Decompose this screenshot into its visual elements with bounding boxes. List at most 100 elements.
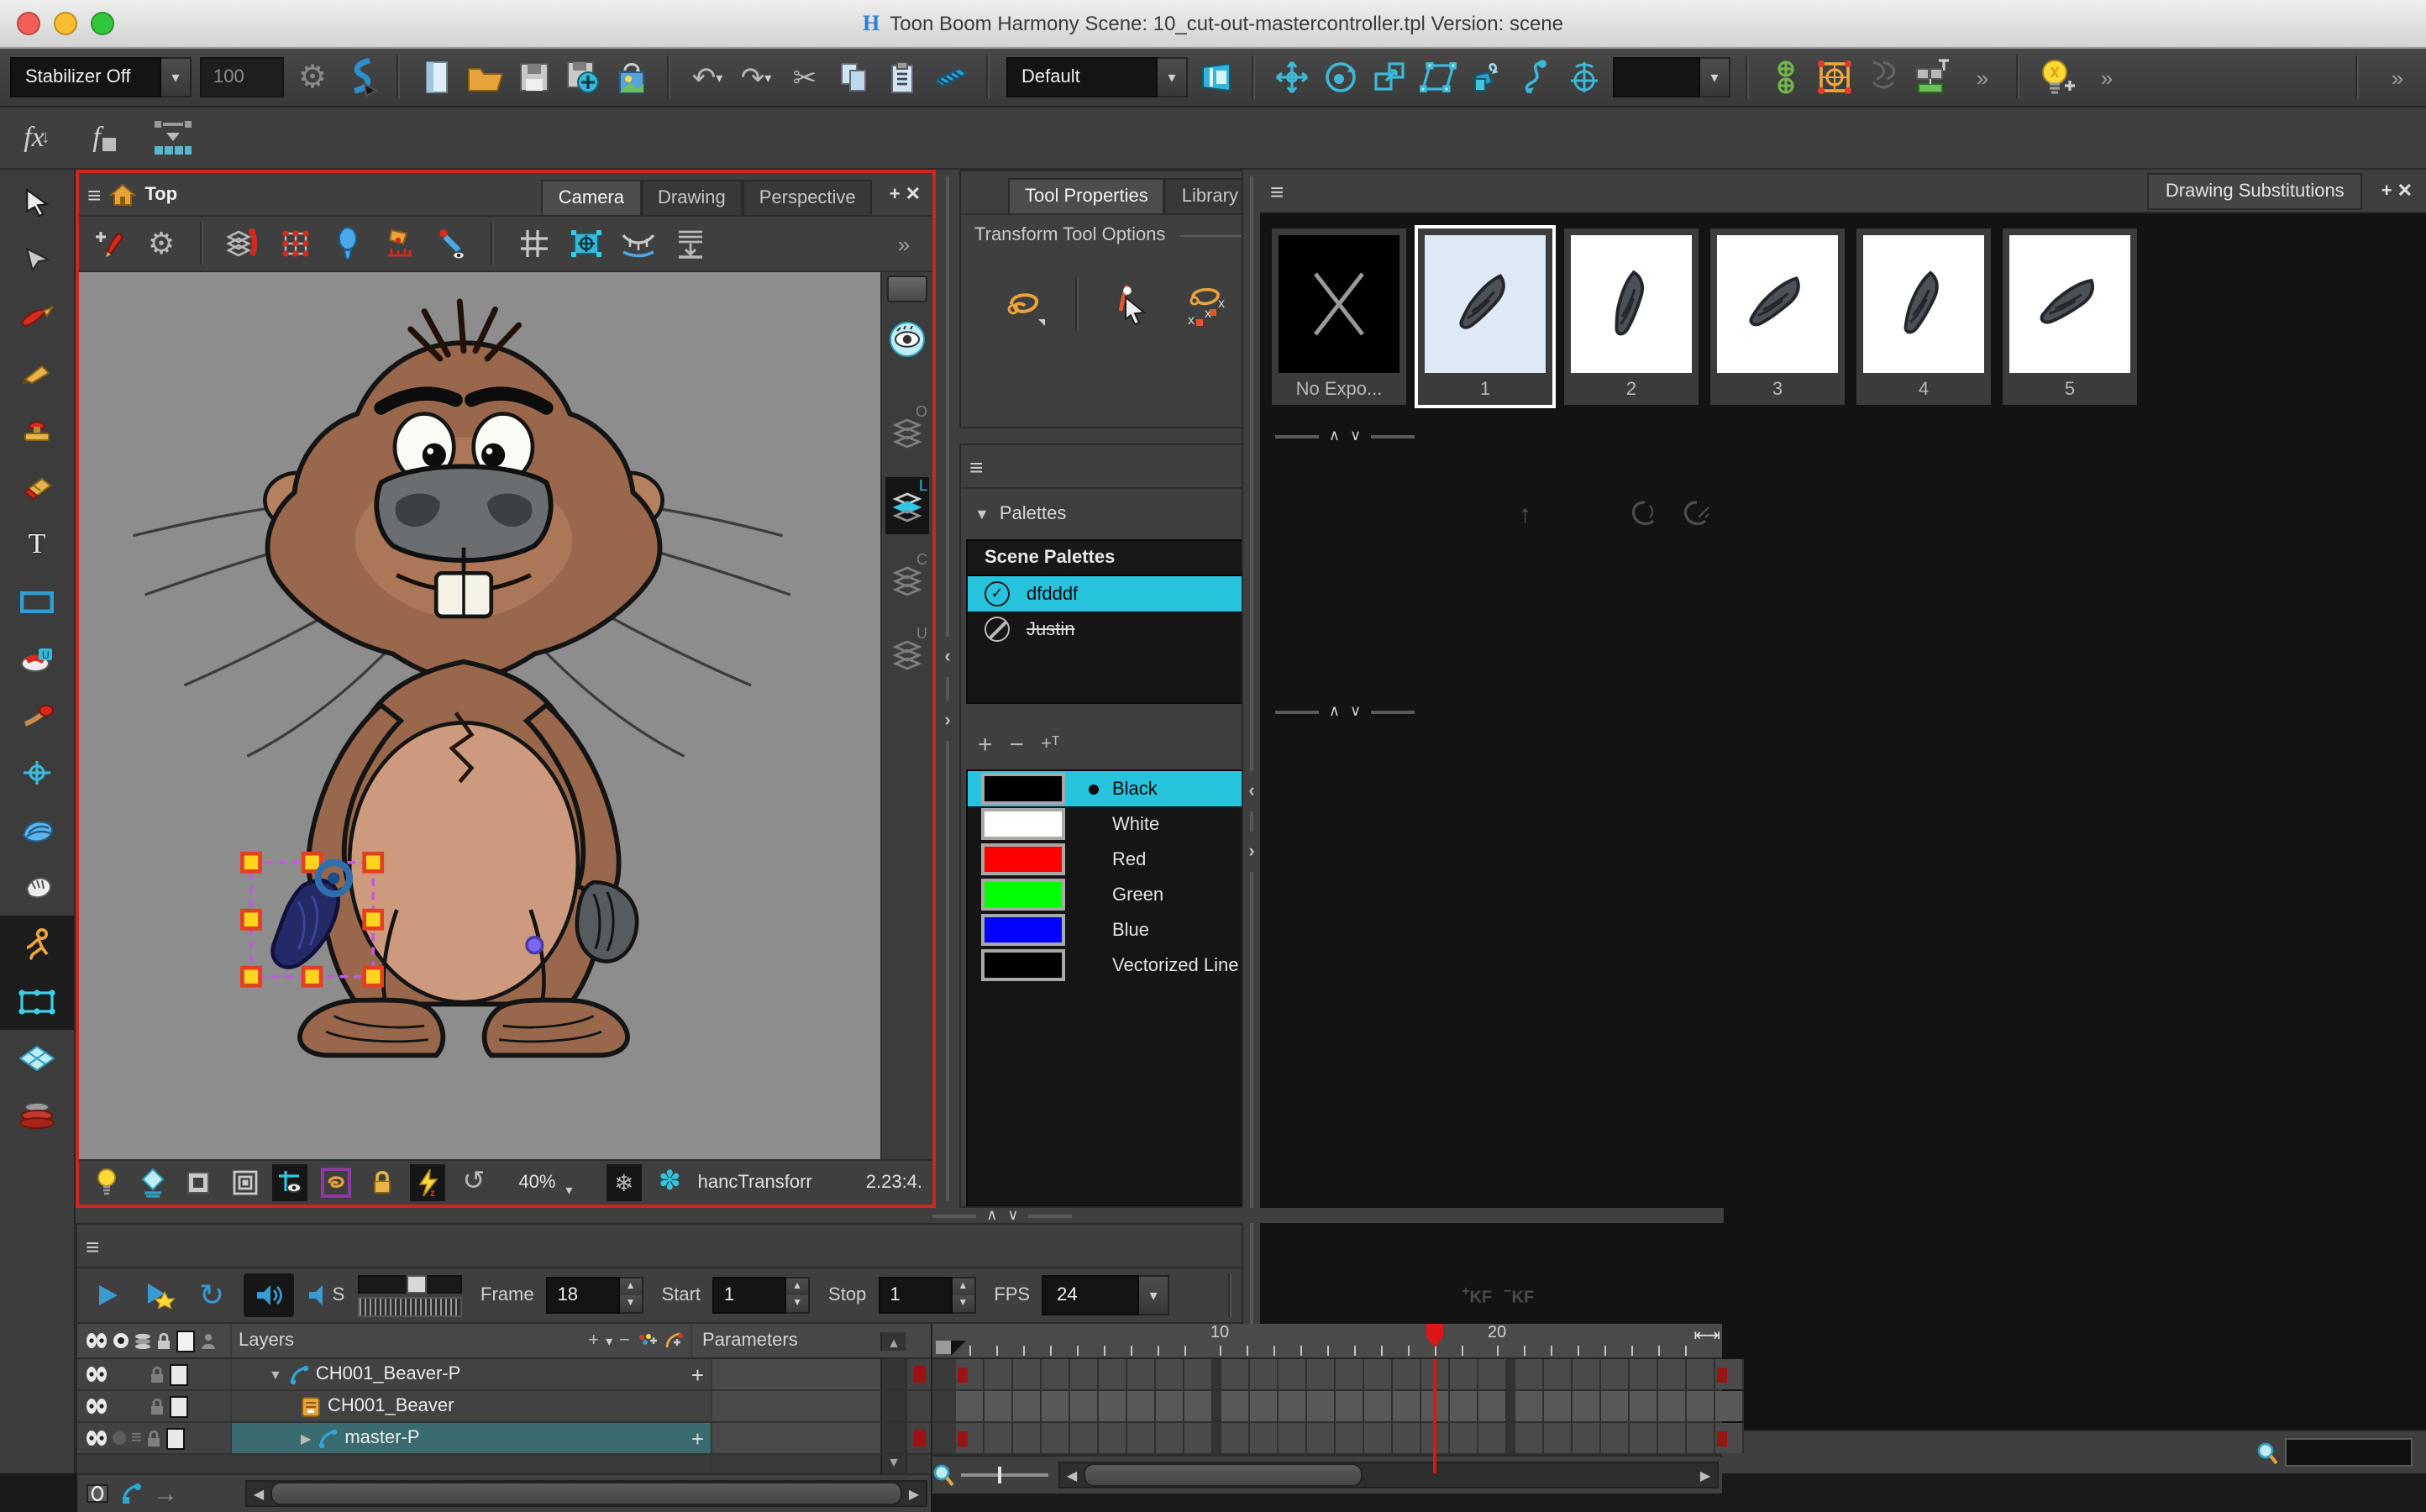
export-image-icon[interactable]: [612, 55, 652, 99]
frame-cell[interactable]: [1573, 1423, 1601, 1453]
kf-add-icon[interactable]: +KF: [1462, 1284, 1492, 1308]
collapse-triangle-icon[interactable]: ▼: [974, 506, 990, 522]
lasso-icon[interactable]: [318, 1164, 354, 1201]
frame-cell[interactable]: [1013, 1391, 1042, 1421]
eyes-icon[interactable]: [86, 1332, 108, 1349]
frame-cell[interactable]: [1364, 1391, 1393, 1421]
save-icon[interactable]: [514, 55, 554, 99]
frame-cell[interactable]: [1250, 1423, 1279, 1453]
frame-cell[interactable]: [1042, 1359, 1070, 1389]
overflow-chevron[interactable]: »: [882, 222, 922, 265]
frame-cell[interactable]: [1393, 1359, 1421, 1389]
horizontal-splitter[interactable]: ∧∨: [959, 428, 1730, 444]
render-view-icon[interactable]: [1196, 55, 1237, 99]
new-scene-icon[interactable]: [417, 55, 457, 99]
reset-view-icon[interactable]: ↺: [456, 1164, 492, 1201]
undo-icon[interactable]: ↶▾: [687, 55, 727, 99]
palette-list-icon[interactable]: [1626, 496, 1663, 533]
checkbox-column-icon[interactable]: [176, 1330, 195, 1352]
frame-cell[interactable]: [1184, 1359, 1213, 1389]
keyframe-add-icon[interactable]: [1912, 55, 1952, 99]
frame-cell[interactable]: [1715, 1391, 1744, 1421]
frame-track-row[interactable]: [932, 1391, 1722, 1423]
timeline-menu-icon[interactable]: ≡: [86, 1234, 99, 1257]
frame-cell[interactable]: [1687, 1359, 1715, 1389]
frame-cell[interactable]: [1450, 1423, 1478, 1453]
vertical-splitter[interactable]: ‹ ›: [1242, 170, 1260, 1473]
light-bulb-add-icon[interactable]: [2036, 55, 2077, 99]
add-layer-icon[interactable]: +: [588, 1331, 599, 1350]
frame-cell[interactable]: [1515, 1391, 1544, 1421]
loop-icon[interactable]: ↻: [192, 1273, 232, 1317]
frame-cell[interactable]: [1515, 1359, 1544, 1389]
frame-cell[interactable]: [1279, 1423, 1307, 1453]
brush-icon[interactable]: [0, 287, 74, 344]
fps-dropdown[interactable]: 24 ▾: [1042, 1275, 1169, 1315]
frame-cell[interactable]: [985, 1391, 1013, 1421]
close-view-icon[interactable]: ✕: [906, 183, 921, 205]
frame-cell[interactable]: [1042, 1423, 1070, 1453]
frame-grid[interactable]: [932, 1359, 1722, 1455]
substitutions-menu-icon[interactable]: ≡: [1270, 179, 1284, 202]
frame-cell[interactable]: [1013, 1359, 1042, 1389]
alignment-dropdown[interactable]: ▾: [1613, 57, 1730, 97]
expand-down-icon[interactable]: ∨: [1350, 427, 1361, 445]
person-icon[interactable]: [200, 1331, 217, 1350]
frame-cell[interactable]: [1478, 1423, 1507, 1453]
frame-cell[interactable]: [1478, 1359, 1507, 1389]
flower-icon[interactable]: ✽: [652, 1164, 688, 1201]
timeline-zoom-slider[interactable]: [961, 1467, 1048, 1483]
colour-menu-icon[interactable]: ≡: [969, 454, 983, 478]
frame-cell[interactable]: [1013, 1423, 1042, 1453]
text-icon[interactable]: T: [0, 516, 74, 573]
layer-name-cell[interactable]: CH001_Beaver: [230, 1391, 711, 1421]
layers-stack-icon[interactable]: [134, 1332, 151, 1349]
layer-colour-cell[interactable]: [906, 1391, 931, 1421]
open-scene-icon[interactable]: [465, 55, 506, 99]
frame-cell[interactable]: [1127, 1423, 1156, 1453]
gear-icon[interactable]: ⚙: [141, 222, 181, 265]
frame-cell[interactable]: [1156, 1391, 1184, 1421]
layer-row[interactable]: ▼CH001_Beaver-P+: [77, 1359, 931, 1391]
frame-cell[interactable]: [1658, 1359, 1687, 1389]
onion-handles-icon[interactable]: [1863, 55, 1904, 99]
tab-drawing[interactable]: Drawing: [641, 180, 743, 215]
remove-colour-icon[interactable]: −: [1010, 732, 1025, 757]
kf-remove-icon[interactable]: −KF: [1504, 1284, 1534, 1308]
playhead-marker[interactable]: [1426, 1324, 1443, 1347]
frame-cell[interactable]: [1544, 1359, 1573, 1389]
frame-cell[interactable]: [1658, 1391, 1687, 1421]
sound-display-icon[interactable]: [86, 1483, 109, 1504]
overflow-chevron[interactable]: »: [2085, 55, 2125, 99]
stabilizer-dropdown[interactable]: Stabilizer Off ▾: [10, 57, 192, 97]
camera-eye-icon[interactable]: [887, 319, 927, 360]
frame-cell[interactable]: [1156, 1423, 1184, 1453]
frame-cell[interactable]: [1715, 1359, 1744, 1389]
layers-scrollbar-track[interactable]: [880, 1359, 906, 1389]
start-marker[interactable]: [936, 1341, 966, 1356]
rotate-icon[interactable]: [1321, 55, 1361, 99]
frame-cell[interactable]: [1307, 1423, 1336, 1453]
frame-cell[interactable]: [1478, 1391, 1507, 1421]
onion-skin-green-icon[interactable]: [1766, 55, 1806, 99]
layer-parameters-cell[interactable]: [711, 1423, 880, 1453]
stabilizer-pen-icon[interactable]: [341, 55, 381, 99]
layer-colour-cell[interactable]: [906, 1423, 931, 1453]
paste-icon[interactable]: [882, 55, 922, 99]
layer-down-icon[interactable]: [670, 222, 711, 265]
play-icon[interactable]: [87, 1273, 128, 1317]
delete-layer-icon[interactable]: −: [619, 1331, 630, 1350]
frame-cell[interactable]: [1687, 1391, 1715, 1421]
frame-icon[interactable]: [227, 1164, 263, 1201]
frame-cell[interactable]: [1573, 1391, 1601, 1421]
pen-eye-icon[interactable]: [432, 222, 472, 265]
frame-cell[interactable]: [1393, 1423, 1421, 1453]
rectangle-icon[interactable]: [0, 573, 74, 630]
onion-discs-icon[interactable]: [0, 1087, 74, 1144]
zoom-dropdown-arrow[interactable]: ▾: [565, 1182, 572, 1197]
save-all-icon[interactable]: [563, 55, 603, 99]
add-texture-icon[interactable]: +ᵀ: [1041, 735, 1059, 753]
select-behind-icon[interactable]: [1104, 276, 1161, 333]
collapse-right-icon[interactable]: ›: [1248, 838, 1254, 865]
expand-up-icon[interactable]: ∧: [1329, 427, 1340, 445]
